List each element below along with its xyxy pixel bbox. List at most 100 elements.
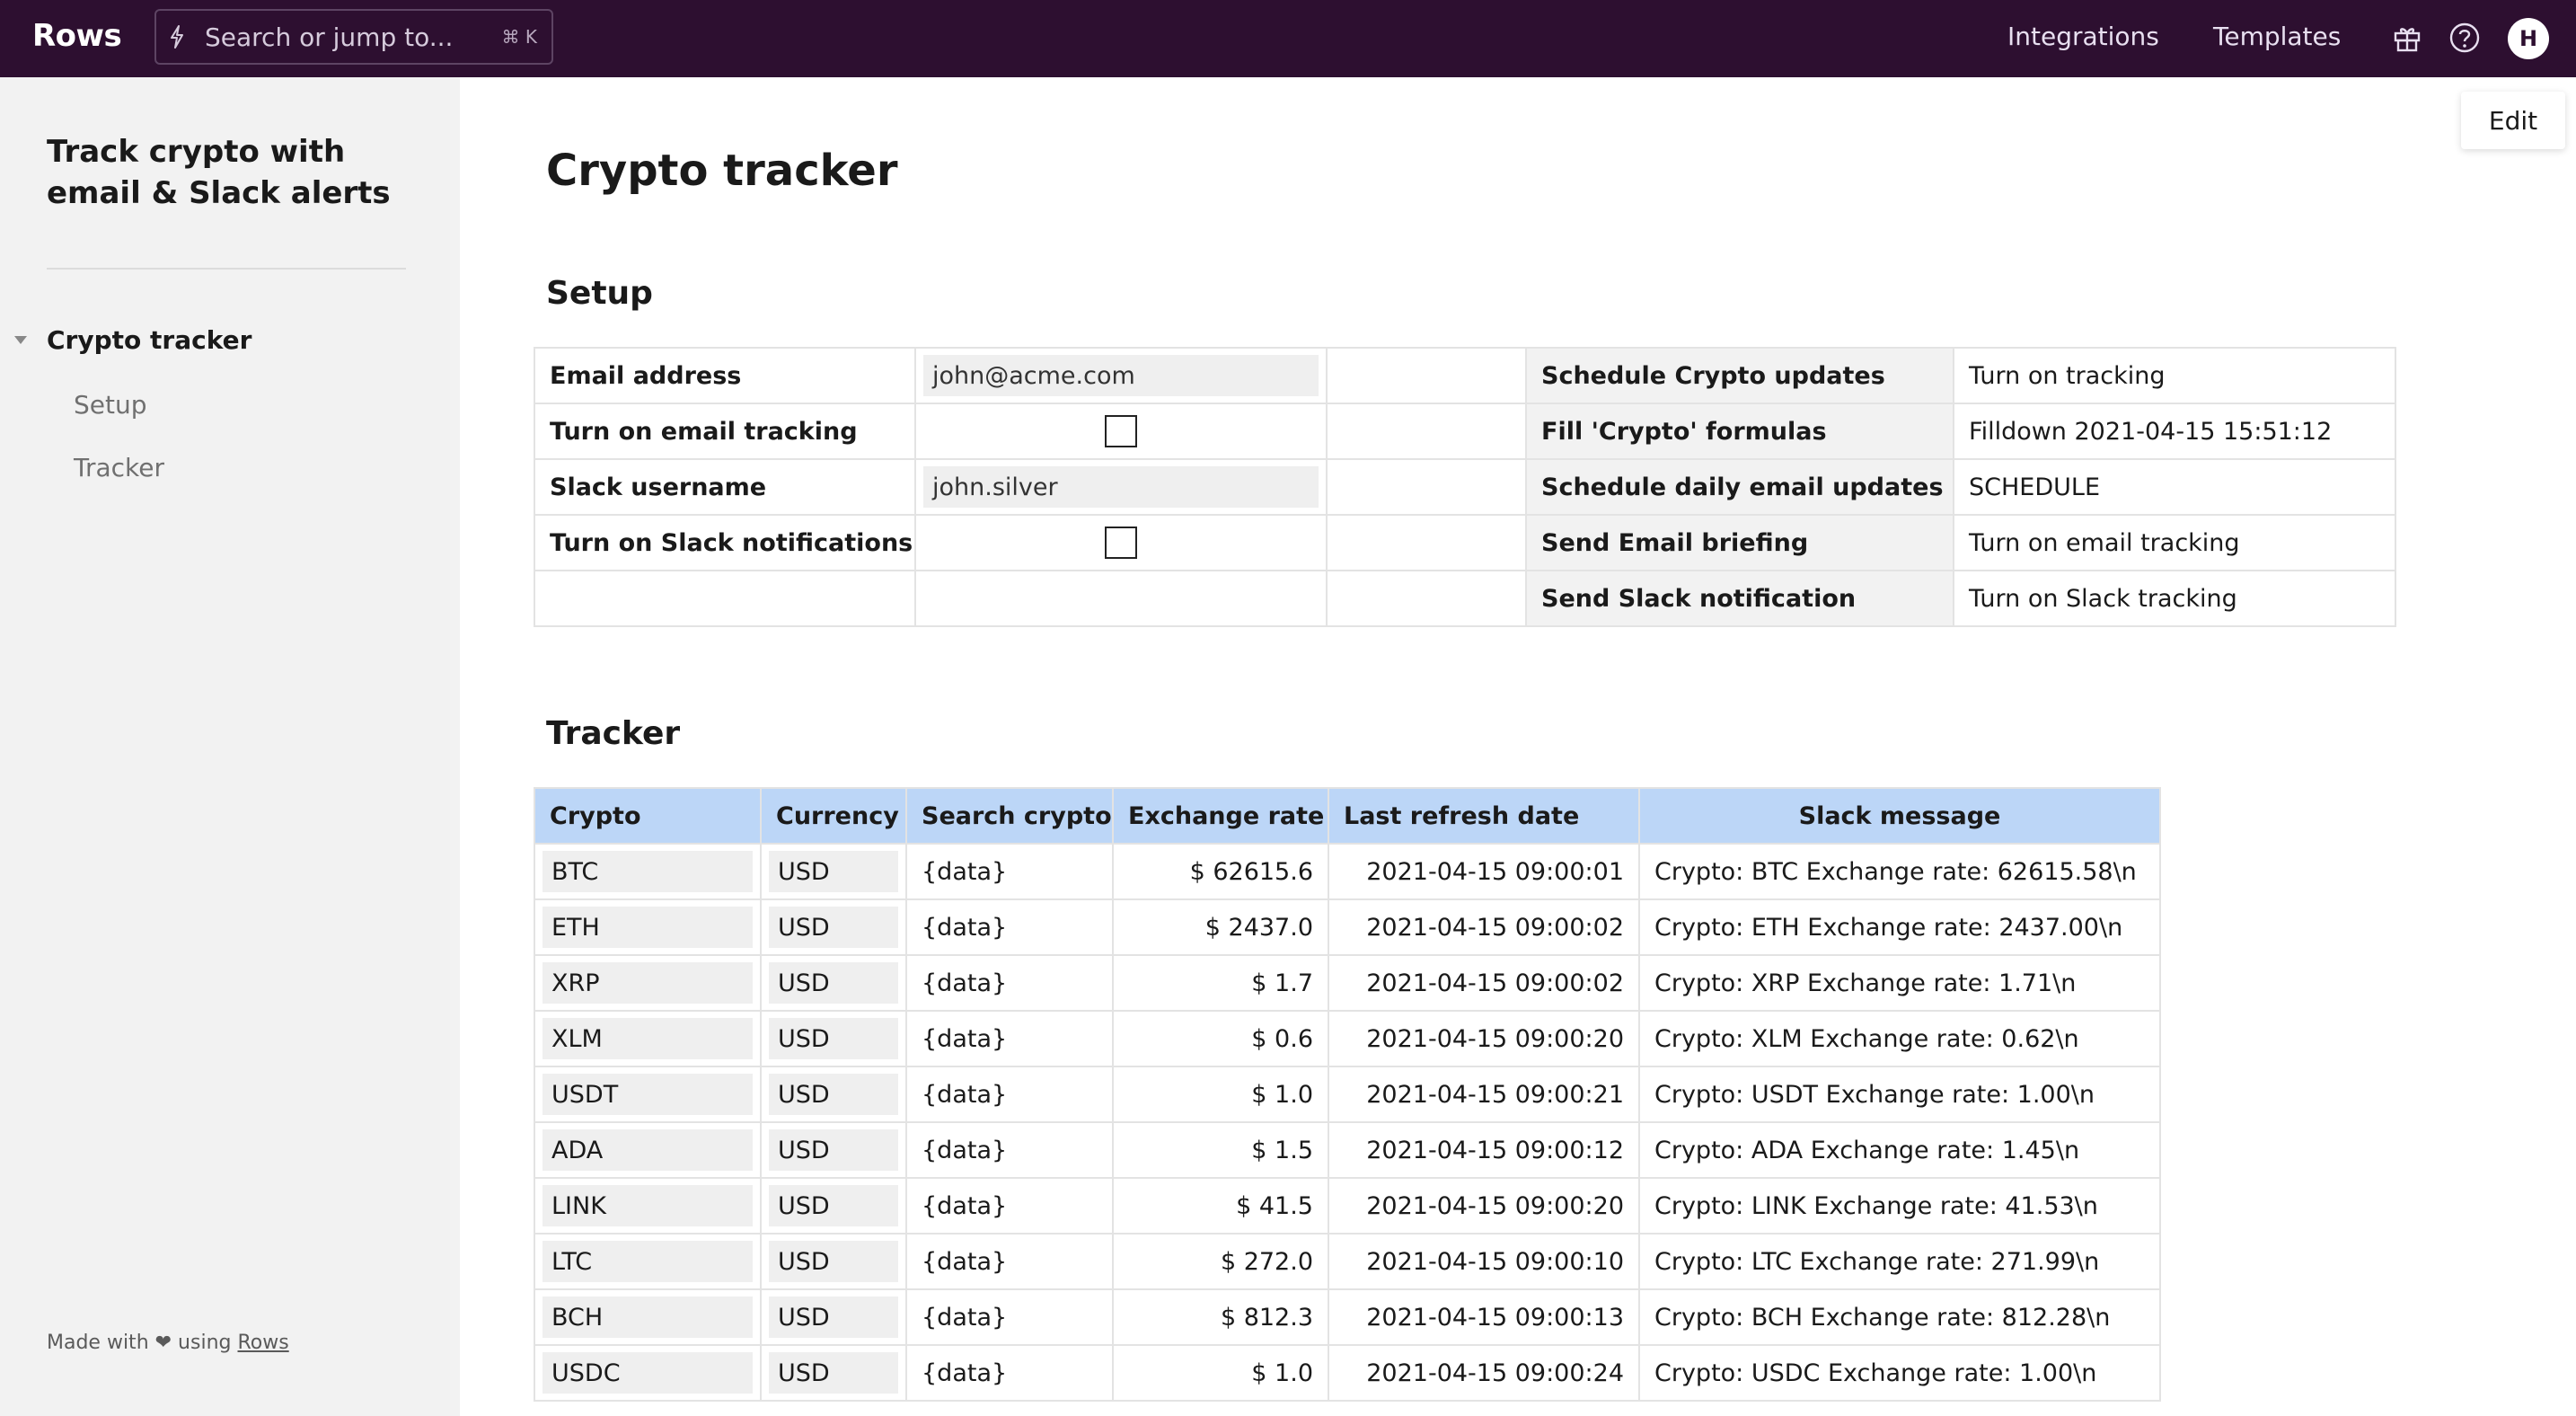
currency-cell[interactable]: USD [760,1121,907,1179]
setup-action-button[interactable]: Turn on email tracking [1953,514,2396,571]
crypto-value[interactable]: BTC [543,851,753,892]
exchange-rate-cell[interactable]: $ 41.5 [1112,1177,1329,1235]
exchange-rate-cell[interactable]: $ 62615.6 [1112,843,1329,900]
slack-message-cell[interactable]: Crypto: USDC Exchange rate: 1.00\n [1638,1344,2161,1402]
sidebar-item-setup[interactable]: Setup [74,390,147,420]
crypto-value[interactable]: BCH [543,1297,753,1338]
setup-spacer-cell[interactable] [1326,347,1527,404]
tracker-column-header[interactable]: Currency [760,787,907,845]
crypto-cell[interactable]: XLM [534,1010,762,1067]
exchange-rate-cell[interactable]: $ 272.0 [1112,1233,1329,1290]
currency-cell[interactable]: USD [760,843,907,900]
currency-cell[interactable]: USD [760,1288,907,1346]
currency-value[interactable]: USD [769,1241,898,1282]
rows-logo[interactable]: Rows [32,18,122,54]
sidebar-item-crypto-tracker[interactable]: Crypto tracker [47,325,251,355]
exchange-rate-cell[interactable]: $ 0.6 [1112,1010,1329,1067]
last-refresh-cell[interactable]: 2021-04-15 09:00:13 [1328,1288,1640,1346]
currency-value[interactable]: USD [769,962,898,1004]
setup-value-cell[interactable]: john.silver [914,458,1328,516]
currency-cell[interactable]: USD [760,1010,907,1067]
search-crypto-cell[interactable]: {data} [905,1121,1114,1179]
search-crypto-cell[interactable]: {data} [905,1066,1114,1123]
edit-button[interactable]: Edit [2461,92,2565,149]
currency-cell[interactable]: USD [760,1177,907,1235]
footer-rows-link[interactable]: Rows [237,1332,288,1354]
last-refresh-cell[interactable]: 2021-04-15 09:00:21 [1328,1066,1640,1123]
crypto-cell[interactable]: LINK [534,1177,762,1235]
currency-value[interactable]: USD [769,1352,898,1394]
crypto-cell[interactable]: LTC [534,1233,762,1290]
caret-down-icon[interactable] [14,336,27,344]
tracker-column-header[interactable]: Exchange rate [1112,787,1329,845]
crypto-value[interactable]: LINK [543,1185,753,1226]
setup-action-button[interactable]: Turn on tracking [1953,347,2396,404]
help-icon[interactable] [2448,22,2481,54]
nav-integrations[interactable]: Integrations [2007,22,2159,51]
search-crypto-cell[interactable]: {data} [905,1344,1114,1402]
tracker-column-header[interactable]: Last refresh date [1328,787,1640,845]
last-refresh-cell[interactable]: 2021-04-15 09:00:12 [1328,1121,1640,1179]
exchange-rate-cell[interactable]: $ 1.0 [1112,1344,1329,1402]
crypto-cell[interactable]: USDT [534,1066,762,1123]
setup-input[interactable]: john@acme.com [923,355,1319,396]
currency-value[interactable]: USD [769,907,898,948]
crypto-cell[interactable]: XRP [534,954,762,1012]
last-refresh-cell[interactable]: 2021-04-15 09:00:20 [1328,1010,1640,1067]
nav-templates[interactable]: Templates [2213,22,2341,51]
crypto-value[interactable]: XRP [543,962,753,1004]
crypto-cell[interactable]: BTC [534,843,762,900]
currency-cell[interactable]: USD [760,1233,907,1290]
exchange-rate-cell[interactable]: $ 1.5 [1112,1121,1329,1179]
setup-checkbox-cell[interactable] [914,403,1328,460]
last-refresh-cell[interactable]: 2021-04-15 09:00:02 [1328,898,1640,956]
setup-checkbox[interactable] [1105,415,1137,447]
last-refresh-cell[interactable]: 2021-04-15 09:00:20 [1328,1177,1640,1235]
currency-value[interactable]: USD [769,1074,898,1115]
exchange-rate-cell[interactable]: $ 1.0 [1112,1066,1329,1123]
currency-cell[interactable]: USD [760,1066,907,1123]
slack-message-cell[interactable]: Crypto: ADA Exchange rate: 1.45\n [1638,1121,2161,1179]
slack-message-cell[interactable]: Crypto: BTC Exchange rate: 62615.58\n [1638,843,2161,900]
exchange-rate-cell[interactable]: $ 1.7 [1112,954,1329,1012]
gift-icon[interactable] [2391,22,2423,54]
setup-empty-cell[interactable] [914,570,1328,627]
slack-message-cell[interactable]: Crypto: BCH Exchange rate: 812.28\n [1638,1288,2161,1346]
currency-value[interactable]: USD [769,1018,898,1059]
search-crypto-cell[interactable]: {data} [905,1177,1114,1235]
setup-spacer-cell[interactable] [1326,570,1527,627]
crypto-value[interactable]: USDC [543,1352,753,1394]
tracker-column-header[interactable]: Slack message [1638,787,2161,845]
setup-value-cell[interactable]: john@acme.com [914,347,1328,404]
setup-checkbox-cell[interactable] [914,514,1328,571]
setup-action-button[interactable]: Filldown 2021-04-15 15:51:12 [1953,403,2396,460]
last-refresh-cell[interactable]: 2021-04-15 09:00:02 [1328,954,1640,1012]
currency-value[interactable]: USD [769,1297,898,1338]
crypto-value[interactable]: XLM [543,1018,753,1059]
crypto-value[interactable]: ETH [543,907,753,948]
tracker-column-header[interactable]: Crypto [534,787,762,845]
currency-value[interactable]: USD [769,1185,898,1226]
setup-spacer-cell[interactable] [1326,458,1527,516]
setup-spacer-cell[interactable] [1326,403,1527,460]
crypto-value[interactable]: LTC [543,1241,753,1282]
search-input[interactable]: Search or jump to... ⌘ K [154,9,553,65]
search-crypto-cell[interactable]: {data} [905,843,1114,900]
sidebar-item-tracker[interactable]: Tracker [74,453,164,482]
slack-message-cell[interactable]: Crypto: LTC Exchange rate: 271.99\n [1638,1233,2161,1290]
search-crypto-cell[interactable]: {data} [905,1010,1114,1067]
crypto-cell[interactable]: USDC [534,1344,762,1402]
currency-cell[interactable]: USD [760,898,907,956]
crypto-value[interactable]: USDT [543,1074,753,1115]
slack-message-cell[interactable]: Crypto: ETH Exchange rate: 2437.00\n [1638,898,2161,956]
exchange-rate-cell[interactable]: $ 812.3 [1112,1288,1329,1346]
slack-message-cell[interactable]: Crypto: XRP Exchange rate: 1.71\n [1638,954,2161,1012]
slack-message-cell[interactable]: Crypto: USDT Exchange rate: 1.00\n [1638,1066,2161,1123]
search-crypto-cell[interactable]: {data} [905,898,1114,956]
slack-message-cell[interactable]: Crypto: XLM Exchange rate: 0.62\n [1638,1010,2161,1067]
last-refresh-cell[interactable]: 2021-04-15 09:00:24 [1328,1344,1640,1402]
currency-cell[interactable]: USD [760,954,907,1012]
exchange-rate-cell[interactable]: $ 2437.0 [1112,898,1329,956]
avatar[interactable]: H [2508,18,2549,59]
setup-checkbox[interactable] [1105,527,1137,559]
